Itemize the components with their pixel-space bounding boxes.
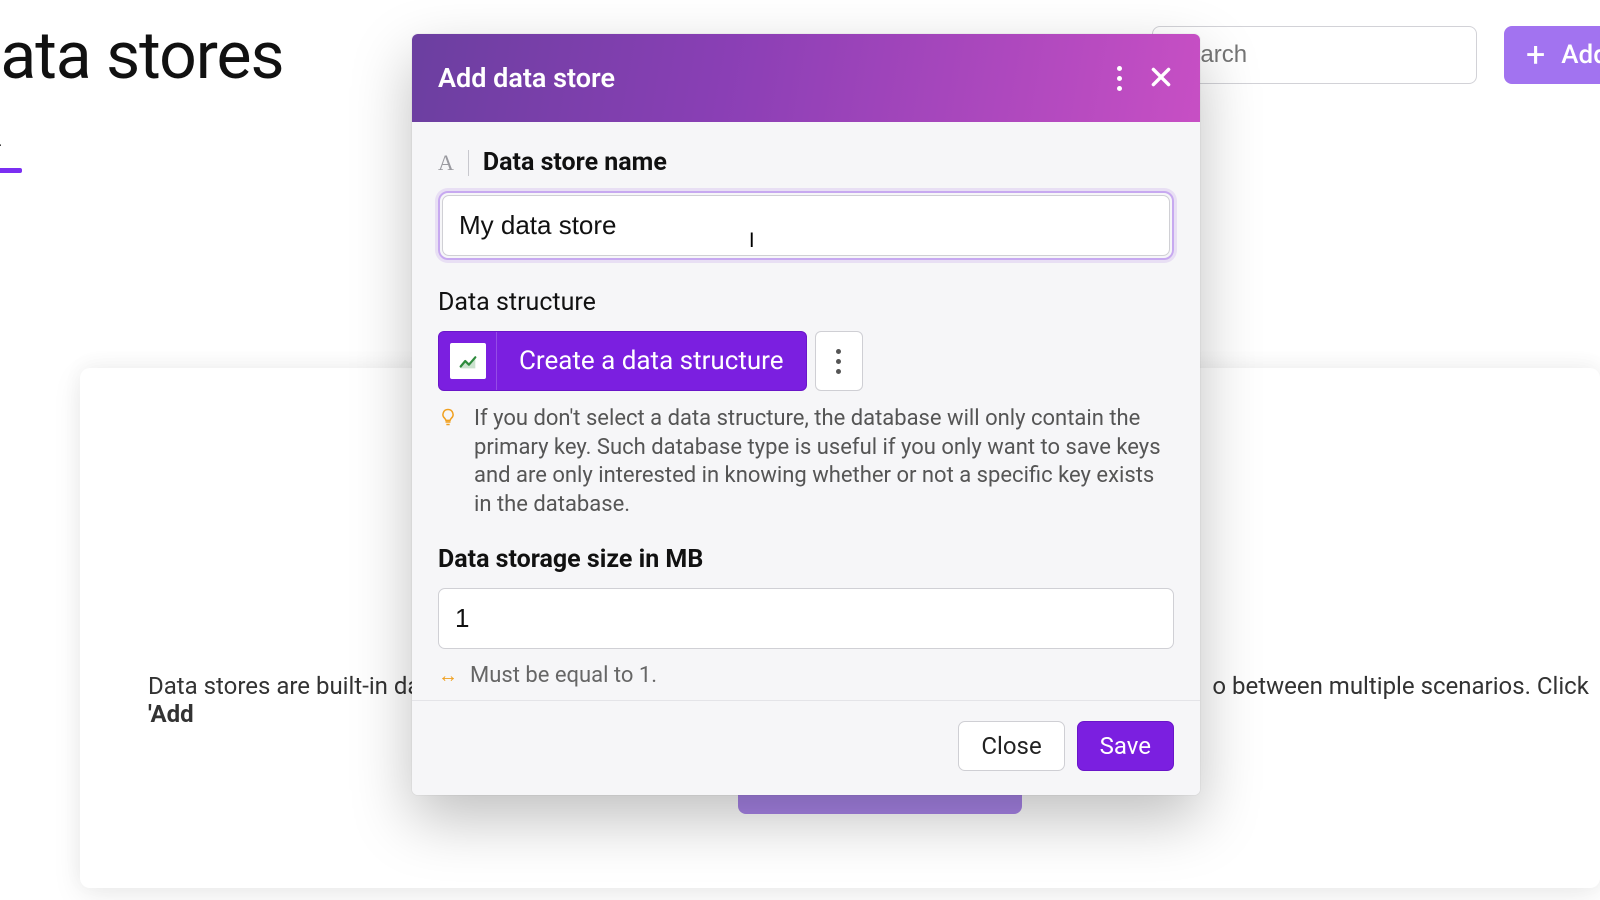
- storage-size-input[interactable]: [438, 588, 1174, 649]
- arrows-horizontal-icon: ↔: [438, 663, 458, 688]
- add-data-store-button[interactable]: + Add: [1504, 26, 1600, 84]
- structure-thumb: [439, 332, 497, 390]
- lightbulb-icon: [438, 407, 460, 519]
- modal-options-button[interactable]: [1113, 62, 1126, 95]
- modal-close-button[interactable]: [1148, 64, 1174, 93]
- modal-footer: Close Save: [412, 700, 1200, 795]
- kebab-icon: [1113, 62, 1126, 95]
- data-structure-label: Data structure: [438, 288, 1174, 317]
- data-structure-options-button[interactable]: [815, 331, 863, 391]
- data-store-name-input[interactable]: [442, 195, 1170, 256]
- add-data-store-modal: Add data store A Data store name Data st…: [412, 34, 1200, 795]
- create-data-structure-label: Create a data structure: [497, 346, 806, 376]
- tab-all[interactable]: L: [0, 128, 1, 162]
- data-structure-hint: If you don't select a data structure, th…: [474, 405, 1174, 519]
- text-field-type-icon: A: [438, 150, 469, 176]
- close-button[interactable]: Close: [958, 721, 1064, 771]
- storage-size-label: Data storage size in MB: [438, 545, 1174, 574]
- page-title: Data stores: [0, 18, 284, 95]
- search-input[interactable]: [1152, 26, 1477, 84]
- save-button[interactable]: Save: [1077, 721, 1174, 771]
- close-icon: [1148, 64, 1174, 93]
- storage-size-constraint: Must be equal to 1.: [470, 663, 657, 688]
- broken-image-icon: [457, 350, 479, 372]
- modal-title: Add data store: [438, 62, 615, 94]
- modal-header: Add data store: [412, 34, 1200, 122]
- add-button-label: Add: [1561, 40, 1600, 70]
- name-field-label: Data store name: [483, 148, 667, 177]
- create-data-structure-button[interactable]: Create a data structure: [438, 331, 807, 391]
- tab-underline: [0, 168, 22, 173]
